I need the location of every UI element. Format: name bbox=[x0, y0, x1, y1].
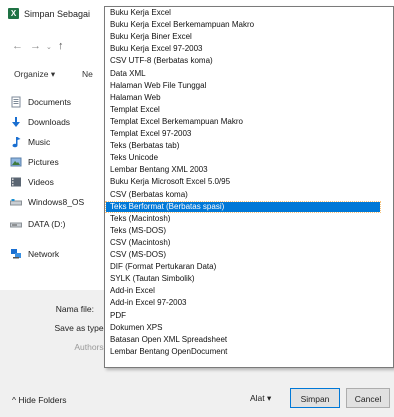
hide-folders-button[interactable]: ^ Hide Folders bbox=[12, 395, 67, 405]
file-type-option[interactable]: Teks (Macintosh) bbox=[106, 214, 380, 225]
window-title: Simpan Sebagai bbox=[24, 9, 91, 19]
sidebar-item-label: Documents bbox=[28, 97, 71, 107]
file-type-option[interactable]: SYLK (Tautan Simbolik) bbox=[106, 274, 380, 285]
sidebar-item-label: Videos bbox=[28, 177, 54, 187]
organize-button[interactable]: Organize ▾ bbox=[14, 69, 55, 80]
file-type-option[interactable]: Lembar Bentang OpenDocument bbox=[106, 347, 380, 358]
authors-label: Authors: bbox=[74, 342, 106, 352]
filename-label: Nama file: bbox=[55, 304, 94, 314]
file-type-option[interactable]: Halaman Web bbox=[106, 93, 380, 104]
arrow-right-icon[interactable]: → bbox=[30, 40, 41, 52]
file-type-option[interactable]: DIF (Format Pertukaran Data) bbox=[106, 262, 380, 273]
file-type-option[interactable]: Teks (Berbatas tab) bbox=[106, 141, 380, 152]
sidebar-item-music[interactable]: Music bbox=[10, 134, 106, 152]
sidebar-item-pictures[interactable]: Pictures bbox=[10, 154, 106, 172]
sidebar-item-documents[interactable]: Documents bbox=[10, 94, 106, 112]
network-icon bbox=[11, 249, 21, 259]
documents-icon bbox=[11, 96, 21, 108]
sidebar-item-label: Windows8_OS bbox=[28, 197, 85, 207]
drive-icon bbox=[10, 199, 22, 206]
videos-icon bbox=[11, 177, 21, 187]
music-icon bbox=[12, 137, 21, 148]
excel-app-icon: X bbox=[8, 8, 19, 19]
file-type-option[interactable]: Buku Kerja Biner Excel bbox=[106, 32, 380, 43]
file-type-option[interactable]: Teks Berformat (Berbatas spasi) bbox=[105, 200, 381, 214]
cancel-button[interactable]: Cancel bbox=[346, 388, 390, 408]
arrow-up-icon[interactable]: ↑ bbox=[58, 40, 64, 52]
navigation-pane: Documents Downloads Music Pictures Video… bbox=[0, 90, 108, 290]
tools-dropdown[interactable]: Alat ▾ bbox=[250, 393, 271, 404]
chevron-down-icon[interactable]: ⌄ bbox=[46, 42, 52, 54]
sidebar-item-label: Pictures bbox=[28, 157, 59, 167]
save-as-type-dropdown-list[interactable]: Buku Kerja Excel Buku Kerja Excel Berkema… bbox=[104, 6, 394, 368]
tools-label: Alat bbox=[250, 393, 265, 403]
file-type-option[interactable]: Templat Excel bbox=[106, 105, 380, 116]
file-type-option[interactable]: Halaman Web File Tunggal bbox=[106, 81, 380, 92]
sidebar-item-videos[interactable]: Videos bbox=[10, 174, 106, 192]
navigation-bar: ← → ⌄ ↑ bbox=[0, 38, 100, 56]
file-type-option[interactable]: Buku Kerja Excel 97-2003 bbox=[106, 44, 380, 55]
save-button[interactable]: Simpan bbox=[290, 388, 340, 408]
file-type-option[interactable]: CSV UTF-8 (Berbatas koma) bbox=[106, 56, 380, 67]
sidebar-item-network[interactable]: Network bbox=[10, 246, 106, 264]
file-type-option[interactable]: Add-in Excel 97-2003 bbox=[106, 298, 380, 309]
file-type-option[interactable]: Teks (MS-DOS) bbox=[106, 226, 380, 237]
file-type-option[interactable]: Add-in Excel bbox=[106, 286, 380, 297]
chevron-down-icon: ▾ bbox=[267, 393, 272, 403]
savetype-label: Save as type: bbox=[54, 323, 106, 333]
sidebar-item-windows8-os[interactable]: Windows8_OS bbox=[10, 194, 106, 212]
new-folder-button[interactable]: Ne bbox=[82, 69, 93, 79]
sidebar-item-label: DATA (D:) bbox=[28, 219, 66, 229]
file-type-option[interactable]: Data XML bbox=[106, 69, 380, 80]
file-type-option[interactable]: Lembar Bentang XML 2003 bbox=[106, 165, 380, 176]
hide-folders-label: Hide Folders bbox=[18, 395, 67, 405]
sidebar-item-label: Network bbox=[28, 249, 60, 259]
file-type-option[interactable]: Templat Excel 97-2003 bbox=[106, 129, 380, 140]
file-type-option[interactable]: Dokumen XPS bbox=[106, 323, 380, 334]
file-type-option[interactable]: Buku Kerja Microsoft Excel 5.0/95 bbox=[106, 177, 380, 188]
sidebar-item-label: Downloads bbox=[28, 117, 71, 127]
sidebar-item-downloads[interactable]: Downloads bbox=[10, 114, 106, 132]
drive-icon bbox=[10, 222, 22, 228]
file-type-option[interactable]: Buku Kerja Excel Berkemampuan Makro bbox=[106, 20, 380, 31]
sidebar-item-label: Music bbox=[28, 137, 51, 147]
file-type-option[interactable]: Teks Unicode bbox=[106, 153, 380, 164]
sidebar-item-data-d[interactable]: DATA (D:) bbox=[10, 216, 106, 234]
file-type-option[interactable]: CSV (Macintosh) bbox=[106, 238, 380, 249]
arrow-left-icon[interactable]: ← bbox=[12, 40, 23, 52]
file-type-option[interactable]: CSV (MS-DOS) bbox=[106, 250, 380, 261]
file-type-option[interactable]: PDF bbox=[106, 311, 380, 322]
file-type-option[interactable]: Batasan Open XML Spreadsheet bbox=[106, 335, 380, 346]
file-type-option[interactable]: CSV (Berbatas koma) bbox=[106, 190, 380, 201]
downloads-icon bbox=[12, 117, 20, 127]
pictures-icon bbox=[10, 157, 22, 167]
file-type-option[interactable]: Templat Excel Berkemampuan Makro bbox=[106, 117, 380, 128]
file-type-option[interactable]: Buku Kerja Excel bbox=[106, 8, 380, 19]
